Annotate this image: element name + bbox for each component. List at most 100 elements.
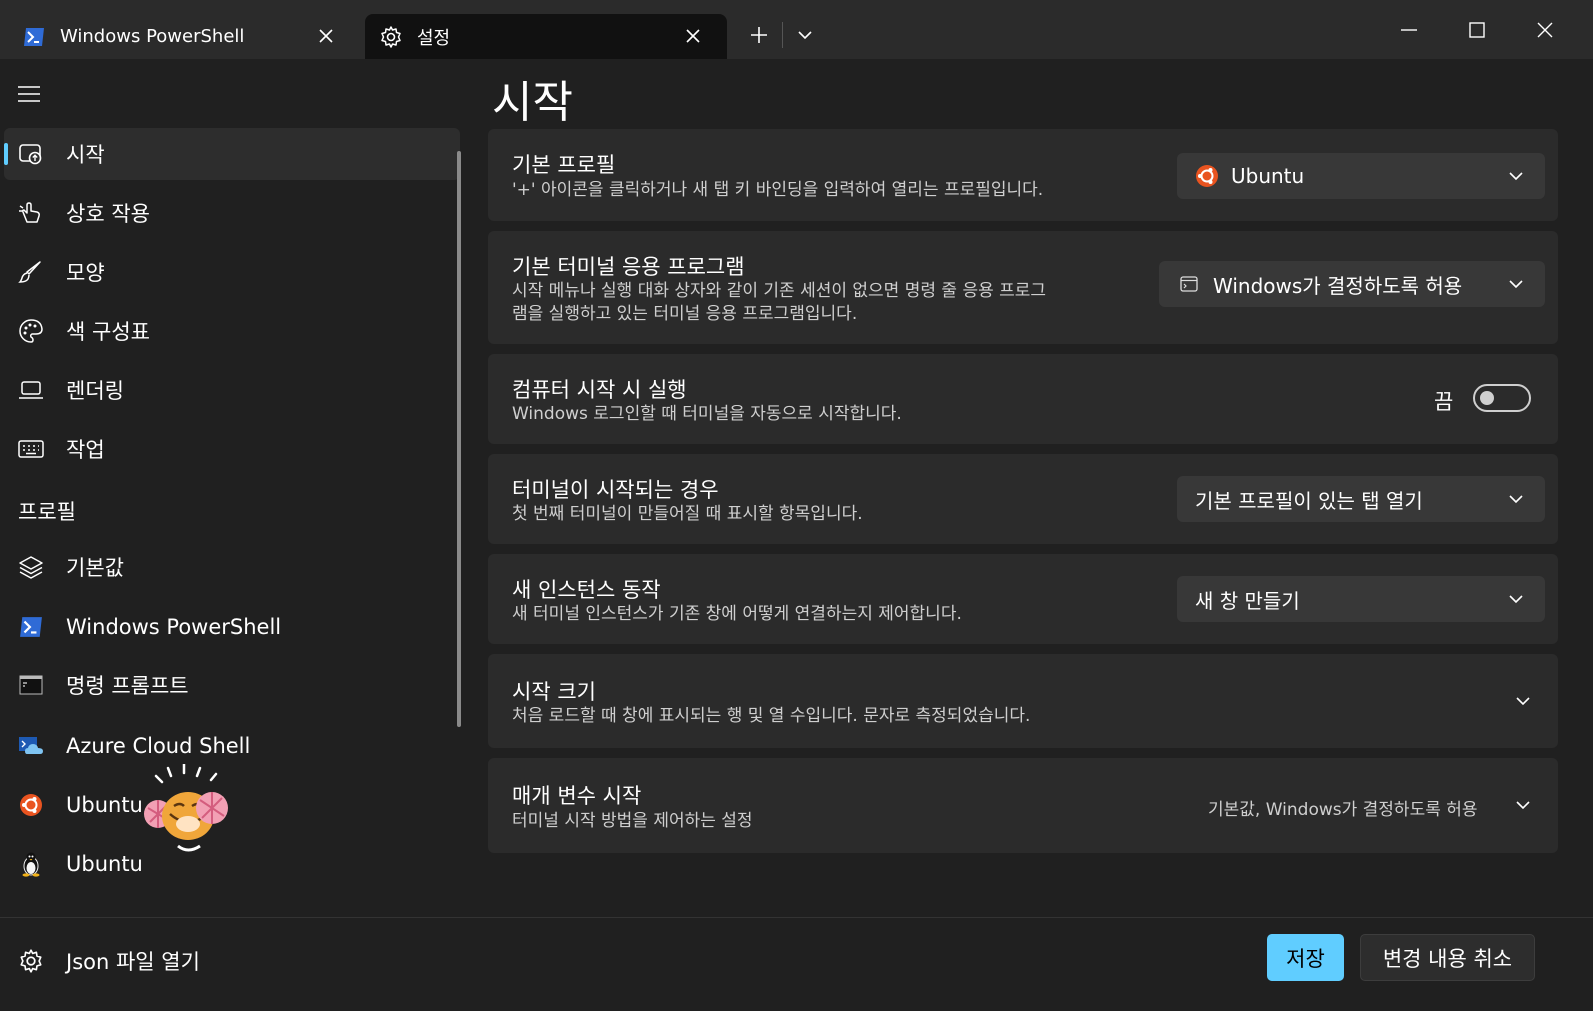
launch-on-startup-toggle[interactable] bbox=[1473, 384, 1531, 412]
powershell-icon bbox=[18, 614, 44, 640]
maximize-icon bbox=[1469, 22, 1485, 38]
setting-title: 새 인스턴스 동작 bbox=[512, 578, 661, 602]
window-close-button[interactable] bbox=[1522, 10, 1568, 50]
setting-title: 기본 프로필 bbox=[512, 153, 616, 177]
sidebar-item-rendering[interactable]: 렌더링 bbox=[4, 364, 460, 416]
azure-icon bbox=[18, 733, 44, 759]
tab-dropdown-button[interactable] bbox=[792, 22, 818, 48]
dropdown-value: Ubuntu bbox=[1231, 164, 1305, 188]
sidebar-item-label: 기본값 bbox=[66, 556, 124, 580]
sidebar-item-actions[interactable]: 작업 bbox=[4, 423, 460, 475]
sidebar-item-command-prompt[interactable]: 명령 프롬프트 bbox=[4, 659, 460, 711]
maximize-button[interactable] bbox=[1454, 10, 1500, 50]
tab-label: Windows PowerShell bbox=[60, 26, 245, 47]
monitor-icon bbox=[18, 377, 44, 403]
setting-default-profile: 기본 프로필 '+' 아이콘을 클릭하거나 새 탭 키 바인딩을 입력하여 열리… bbox=[488, 129, 1558, 221]
tab-label: 설정 bbox=[417, 27, 451, 49]
hamburger-menu-button[interactable] bbox=[16, 83, 44, 107]
cmd-icon bbox=[18, 672, 44, 698]
menu-icon bbox=[18, 86, 40, 102]
sidebar-item-appearance[interactable]: 모양 bbox=[4, 246, 460, 298]
setting-description: 새 터미널 인스턴스가 기존 창에 어떻게 연결하는지 제어합니다. bbox=[512, 604, 962, 624]
default-terminal-dropdown[interactable]: Windows가 결정하도록 허용 bbox=[1159, 261, 1545, 307]
page-title: 시작 bbox=[492, 77, 573, 128]
ubuntu-icon bbox=[18, 792, 44, 818]
toggle-knob bbox=[1480, 391, 1494, 405]
chevron-down-icon[interactable] bbox=[1514, 796, 1532, 814]
linux-icon bbox=[18, 851, 44, 877]
sidebar-item-label: 렌더링 bbox=[66, 379, 124, 403]
tab-powershell[interactable]: Windows PowerShell bbox=[0, 14, 360, 59]
setting-description: '+' 아이콘을 클릭하거나 새 탭 키 바인딩을 입력하여 열리는 프로필입니… bbox=[512, 180, 1044, 200]
dropdown-value: Windows가 결정하도록 허용 bbox=[1213, 273, 1463, 298]
chevron-down-icon bbox=[798, 31, 812, 40]
setting-launch-size[interactable]: 시작 크기 처음 로드할 때 창에 표시되는 행 및 열 수입니다. 문자로 측… bbox=[488, 654, 1558, 748]
sidebar-item-windows-powershell[interactable]: Windows PowerShell bbox=[4, 601, 460, 653]
sidebar-item-label: Azure Cloud Shell bbox=[66, 734, 251, 758]
sidebar-item-label: 상호 작용 bbox=[66, 202, 150, 226]
ubuntu-icon bbox=[1195, 164, 1219, 188]
chevron-down-icon bbox=[1509, 172, 1523, 181]
terminal-window-icon bbox=[1177, 272, 1201, 296]
default-profile-dropdown[interactable]: Ubuntu bbox=[1177, 153, 1545, 199]
plus-icon bbox=[751, 27, 767, 43]
sidebar-item-label: 시작 bbox=[66, 143, 105, 167]
sidebar-item-label: 명령 프롬프트 bbox=[66, 674, 189, 698]
setting-title: 컴퓨터 시작 시 실행 bbox=[512, 378, 687, 402]
setting-title: 시작 크기 bbox=[512, 680, 596, 704]
setting-title: 매개 변수 시작 bbox=[512, 784, 642, 808]
keyboard-icon bbox=[18, 436, 44, 462]
sidebar-item-defaults[interactable]: 기본값 bbox=[4, 541, 460, 593]
setting-launch-on-startup: 컴퓨터 시작 시 실행 Windows 로그인할 때 터미널을 자동으로 시작합… bbox=[488, 354, 1558, 444]
dropdown-value: 기본 프로필이 있는 탭 열기 bbox=[1195, 488, 1423, 513]
setting-new-instance-behavior: 새 인스턴스 동작 새 터미널 인스턴스가 기존 창에 어떻게 연결하는지 제어… bbox=[488, 554, 1558, 644]
sidebar-item-color-schemes[interactable]: 색 구성표 bbox=[4, 305, 460, 357]
cheering-character-sticker bbox=[144, 764, 228, 852]
new-instance-dropdown[interactable]: 새 창 만들기 bbox=[1177, 576, 1545, 622]
dropdown-value: 새 창 만들기 bbox=[1195, 588, 1300, 613]
setting-description-line2: 램을 실행하고 있는 터미널 응용 프로그램입니다. bbox=[512, 304, 858, 324]
chevron-down-icon bbox=[1509, 495, 1523, 504]
gear-icon bbox=[18, 948, 44, 974]
open-json-label: Json 파일 열기 bbox=[66, 950, 200, 974]
close-icon[interactable] bbox=[314, 24, 338, 48]
sidebar-item-interaction[interactable]: 상호 작용 bbox=[4, 187, 460, 239]
setting-title: 터미널이 시작되는 경우 bbox=[512, 478, 719, 502]
tab-settings[interactable]: 설정 bbox=[365, 14, 727, 59]
sidebar-scrollbar[interactable] bbox=[457, 151, 461, 727]
toggle-state-label: 끔 bbox=[1434, 390, 1454, 414]
footer-divider bbox=[0, 917, 1593, 918]
minimize-icon bbox=[1401, 29, 1417, 31]
open-json-file-button[interactable]: Json 파일 열기 bbox=[18, 946, 200, 976]
chevron-down-icon bbox=[1509, 280, 1523, 289]
setting-summary: 기본값, Windows가 결정하도록 허용 bbox=[1208, 800, 1478, 820]
tab-separator bbox=[782, 22, 783, 48]
close-icon bbox=[1537, 22, 1553, 38]
layers-icon bbox=[18, 554, 44, 580]
setting-description: 첫 번째 터미널이 만들어질 때 표시할 항목입니다. bbox=[512, 504, 863, 524]
gear-icon bbox=[379, 25, 403, 49]
setting-description: Windows 로그인할 때 터미널을 자동으로 시작합니다. bbox=[512, 404, 902, 424]
title-bar: Windows PowerShell 설정 bbox=[0, 0, 1593, 59]
chevron-down-icon[interactable] bbox=[1514, 692, 1532, 710]
sidebar-item-label: Ubuntu bbox=[66, 793, 143, 817]
sidebar-item-label: 색 구성표 bbox=[66, 320, 150, 344]
minimize-button[interactable] bbox=[1386, 10, 1432, 50]
setting-first-window-preference: 터미널이 시작되는 경우 첫 번째 터미널이 만들어질 때 표시할 항목입니다.… bbox=[488, 454, 1558, 544]
launch-icon bbox=[18, 141, 44, 167]
sidebar-item-label: 작업 bbox=[66, 438, 105, 462]
setting-description-line1: 시작 메뉴나 실행 대화 상자와 같이 기존 세션이 없으면 명령 줄 응용 프… bbox=[512, 281, 1047, 301]
sidebar-item-label: Ubuntu bbox=[66, 852, 143, 876]
first-window-dropdown[interactable]: 기본 프로필이 있는 탭 열기 bbox=[1177, 476, 1545, 522]
powershell-icon bbox=[22, 25, 46, 49]
sidebar-item-label: Windows PowerShell bbox=[66, 615, 282, 639]
sidebar-item-label: 모양 bbox=[66, 261, 105, 285]
save-button[interactable]: 저장 bbox=[1267, 934, 1344, 981]
profiles-section-label: 프로필 bbox=[18, 500, 76, 524]
sidebar-item-launch[interactable]: 시작 bbox=[4, 128, 460, 180]
setting-title: 기본 터미널 응용 프로그램 bbox=[512, 255, 745, 279]
close-icon[interactable] bbox=[681, 24, 705, 48]
discard-changes-button[interactable]: 변경 내용 취소 bbox=[1360, 934, 1535, 981]
setting-launch-parameters[interactable]: 매개 변수 시작 터미널 시작 방법을 제어하는 설정 기본값, Windows… bbox=[488, 758, 1558, 853]
new-tab-button[interactable] bbox=[746, 22, 772, 48]
